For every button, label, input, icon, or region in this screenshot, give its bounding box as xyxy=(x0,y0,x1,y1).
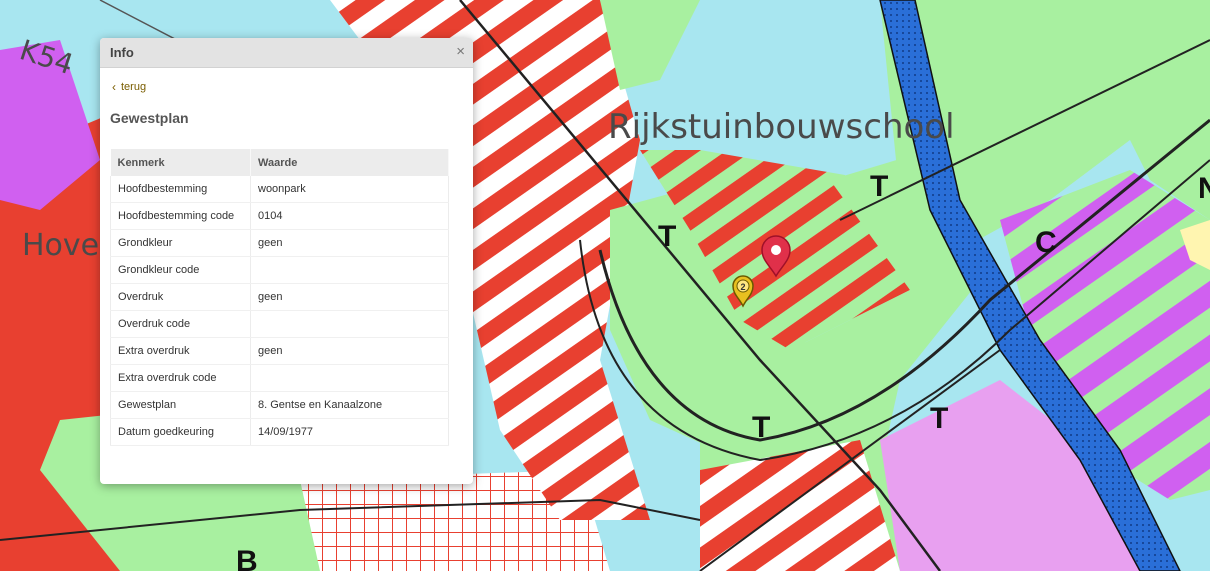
row-key: Grondkleur code xyxy=(110,256,251,284)
row-key: Overdruk xyxy=(110,283,251,311)
row-value: geen xyxy=(250,229,449,257)
row-key: Hoofdbestemming code xyxy=(110,202,251,230)
zone-letter-n: N xyxy=(1198,172,1210,205)
row-value: geen xyxy=(250,337,449,365)
row-key: Overdruk code xyxy=(110,310,251,338)
info-panel-header: Info × xyxy=(100,38,473,68)
cluster-marker-count: 2 xyxy=(740,282,745,292)
zone-letter-t: T xyxy=(752,411,770,444)
table-row: Extra overdruk geen xyxy=(110,337,449,365)
zone-letter-c: C xyxy=(1035,226,1057,259)
table-row: Hoofdbestemming code 0104 xyxy=(110,202,449,230)
row-key: Extra overdruk xyxy=(110,337,251,365)
row-value xyxy=(250,364,449,392)
table-header-row: Kenmerk Waarde xyxy=(110,149,449,176)
row-value: woonpark xyxy=(250,176,449,203)
row-value xyxy=(250,256,449,284)
zone-letter-t: T xyxy=(930,402,948,435)
map-label-place: Hove xyxy=(22,228,99,263)
info-panel: Info × ‹ terug Gewestplan Kenmerk Waarde… xyxy=(100,38,473,484)
row-key: Gewestplan xyxy=(110,391,251,419)
row-key: Grondkleur xyxy=(110,229,251,257)
back-link[interactable]: ‹ terug xyxy=(112,80,146,94)
row-value: geen xyxy=(250,283,449,311)
zone-letter-t: T xyxy=(870,170,888,203)
row-value: 0104 xyxy=(250,202,449,230)
row-value: 8. Gentse en Kanaalzone xyxy=(250,391,449,419)
table-row: Datum goedkeuring 14/09/1977 xyxy=(110,418,449,446)
table-row: Overdruk code xyxy=(110,310,449,338)
table-row: Hoofdbestemming woonpark xyxy=(110,176,449,203)
row-key: Extra overdruk code xyxy=(110,364,251,392)
zone-letter-t: T xyxy=(658,220,676,253)
table-row: Gewestplan 8. Gentse en Kanaalzone xyxy=(110,391,449,419)
info-panel-title: Info xyxy=(110,45,134,60)
column-header-kenmerk: Kenmerk xyxy=(110,149,251,176)
chevron-left-icon: ‹ xyxy=(112,80,116,94)
section-title: Gewestplan xyxy=(110,110,189,126)
attribute-table: Kenmerk Waarde Hoofdbestemming woonpark H… xyxy=(110,149,449,446)
zone-letter-b: B xyxy=(236,545,258,571)
table-row: Grondkleur geen xyxy=(110,229,449,257)
row-value xyxy=(250,310,449,338)
table-row: Extra overdruk code xyxy=(110,364,449,392)
close-button[interactable]: × xyxy=(456,44,465,59)
row-key: Hoofdbestemming xyxy=(110,176,251,203)
back-link-label: terug xyxy=(121,81,147,93)
map-label-school: Rijkstuinbouwschool xyxy=(608,107,955,147)
row-key: Datum goedkeuring xyxy=(110,418,251,446)
table-row: Grondkleur code xyxy=(110,256,449,284)
table-row: Overdruk geen xyxy=(110,283,449,311)
column-header-waarde: Waarde xyxy=(250,149,449,176)
row-value: 14/09/1977 xyxy=(250,418,449,446)
